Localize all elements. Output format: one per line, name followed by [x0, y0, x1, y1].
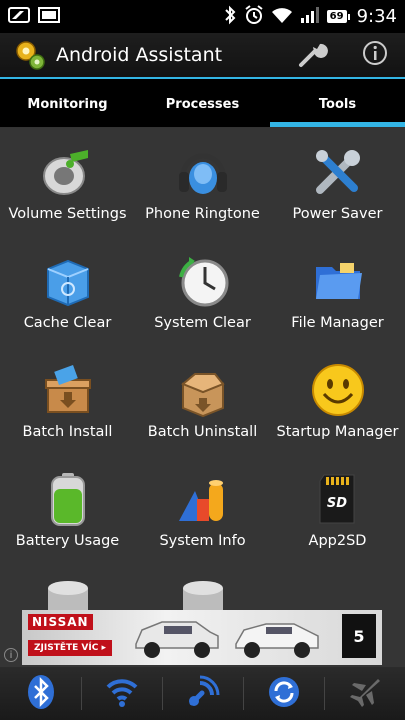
volume-icon [40, 144, 96, 200]
shapes-icon [175, 471, 231, 527]
wifi-icon [271, 6, 293, 28]
tool-batch-install[interactable]: Batch Install [0, 362, 135, 471]
tool-label: System Clear [154, 315, 251, 331]
sd-card-icon: SD [310, 471, 366, 527]
tab-processes[interactable]: Processes [135, 82, 270, 127]
tool-label: App2SD [308, 533, 367, 549]
tab-tools[interactable]: Tools [270, 82, 405, 127]
signal-icon [300, 6, 320, 28]
headphones-icon [175, 144, 231, 200]
gears-icon [14, 39, 46, 71]
cylinder-icon [175, 580, 231, 610]
tool-startup-manager[interactable]: Startup Manager [270, 362, 405, 471]
quick-toggle-bar [0, 667, 405, 720]
clock: 9:34 [356, 6, 397, 27]
wifi-toggle[interactable] [81, 667, 162, 720]
tool-label: Power Saver [292, 206, 383, 222]
tools-icon [310, 144, 366, 200]
app-title: Android Assistant [56, 44, 223, 66]
tool-partial[interactable] [0, 580, 135, 610]
ad-brand: NISSAN [28, 614, 93, 630]
notification-icon [8, 6, 30, 28]
tool-power-saver[interactable]: Power Saver [270, 144, 405, 253]
tools-button[interactable] [297, 39, 329, 71]
wrench-icon [298, 38, 328, 72]
tool-label: Cache Clear [23, 315, 112, 331]
ad-cta-button[interactable]: ZJISTĚTE VÍC ▸ [28, 640, 112, 656]
airplane-toggle[interactable] [324, 667, 405, 720]
sync-toggle-icon [267, 675, 301, 713]
battery-icon [40, 471, 96, 527]
action-bar: Android Assistant [0, 33, 405, 79]
folder-icon [310, 253, 366, 309]
gps-toggle[interactable] [162, 667, 243, 720]
tab-label: Tools [318, 97, 357, 112]
sync-toggle[interactable] [243, 667, 324, 720]
tool-label: Phone Ringtone [145, 206, 260, 222]
tool-phone-ringtone[interactable]: Phone Ringtone [135, 144, 270, 253]
battery-level: 69 [326, 10, 350, 23]
tool-label: Startup Manager [276, 424, 399, 440]
clock-icon [175, 253, 231, 309]
car-image [232, 616, 322, 664]
tool-label: Batch Install [22, 424, 113, 440]
image-icon [38, 6, 60, 28]
tool-battery-usage[interactable]: Battery Usage [0, 471, 135, 580]
gps-toggle-icon [186, 675, 220, 713]
tool-label: File Manager [291, 315, 384, 331]
tool-label: System Info [159, 533, 246, 549]
tools-grid: Volume Settings Phone Ringtone Power Sav… [0, 128, 405, 610]
tool-label: Battery Usage [15, 533, 120, 549]
tool-volume-settings[interactable]: Volume Settings [0, 144, 135, 253]
recycle-box-icon [40, 253, 96, 309]
cylinder-icon [40, 580, 96, 610]
ad-info-icon[interactable]: i [4, 648, 18, 662]
car-image [132, 614, 222, 664]
tab-monitoring[interactable]: Monitoring [0, 82, 135, 127]
tool-system-info[interactable]: System Info [135, 471, 270, 580]
status-bar: 69 9:34 [0, 0, 405, 33]
tool-batch-uninstall[interactable]: Batch Uninstall [135, 362, 270, 471]
ad-banner[interactable]: NISSAN ZJISTĚTE VÍC ▸ 5 [22, 610, 382, 665]
alarm-icon [244, 4, 264, 29]
tool-partial[interactable] [135, 580, 270, 610]
tab-label: Monitoring [27, 97, 108, 112]
bluetooth-toggle-icon [26, 674, 56, 714]
svg-text:SD: SD [326, 496, 346, 511]
box-install-icon [40, 362, 96, 418]
ad-bar: NISSAN ZJISTĚTE VÍC ▸ 5 i [0, 610, 405, 667]
tab-bar: Monitoring Processes Tools [0, 82, 405, 128]
tool-app2sd[interactable]: SD App2SD [270, 471, 405, 580]
tool-label: Volume Settings [8, 206, 127, 222]
smiley-icon [310, 362, 366, 418]
tool-system-clear[interactable]: System Clear [135, 253, 270, 362]
box-open-icon [175, 362, 231, 418]
bluetooth-toggle[interactable] [0, 667, 81, 720]
info-button[interactable] [359, 39, 391, 71]
info-icon [362, 40, 388, 70]
tool-label: Batch Uninstall [147, 424, 258, 440]
tab-label: Processes [165, 97, 240, 112]
tool-cache-clear[interactable]: Cache Clear [0, 253, 135, 362]
ad-star-badge: 5 [342, 614, 376, 658]
airplane-toggle-icon [348, 675, 382, 713]
tool-file-manager[interactable]: File Manager [270, 253, 405, 362]
wifi-toggle-icon [105, 675, 139, 713]
bluetooth-icon [223, 5, 237, 29]
